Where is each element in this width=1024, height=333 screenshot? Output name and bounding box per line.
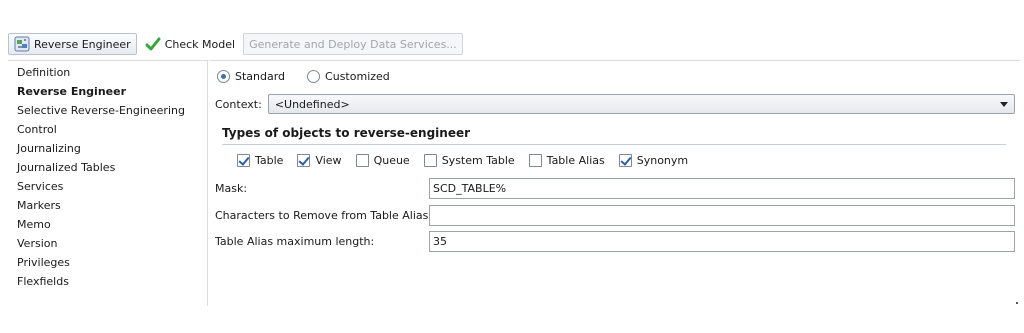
queue-checkbox-label: Queue <box>373 154 410 167</box>
reverse-engineer-icon <box>14 36 30 52</box>
context-select[interactable]: <Undefined> <box>267 94 1015 114</box>
standard-radio-dot[interactable] <box>217 70 230 83</box>
customized-radio-dot[interactable] <box>307 70 321 83</box>
nav-item-control[interactable]: Control <box>8 120 207 139</box>
context-label: Context: <box>215 97 262 111</box>
system-table-checkbox-label: System Table <box>441 154 515 167</box>
customized-radio[interactable]: Customized <box>307 70 390 83</box>
object-types-heading: Types of objects to reverse-engineer <box>222 126 1006 145</box>
nav-item-definition[interactable]: Definition <box>8 63 207 82</box>
queue-checkbox[interactable]: Queue <box>355 154 410 167</box>
context-select-value: <Undefined> <box>274 97 350 111</box>
chars-remove-input[interactable] <box>429 205 1015 226</box>
standard-radio-label: Standard <box>235 70 286 83</box>
nav-item-journalizing[interactable]: Journalizing <box>8 139 207 158</box>
system-table-checkbox[interactable]: System Table <box>423 154 515 167</box>
synonym-checkbox[interactable]: Synonym <box>618 154 689 167</box>
generate-deploy-label: Generate and Deploy Data Services... <box>249 37 457 51</box>
check-model-button[interactable]: Check Model <box>141 33 239 55</box>
table-checkbox-label: Table <box>255 154 284 167</box>
nav-item-reverse-engineer[interactable]: Reverse Engineer <box>8 82 207 101</box>
table-alias-checkbox-label: Table Alias <box>546 154 605 167</box>
alias-length-label: Table Alias maximum length: <box>215 235 375 248</box>
check-model-label: Check Model <box>164 37 236 51</box>
reverse-engineer-button[interactable]: Reverse Engineer <box>8 33 137 55</box>
table-alias-checkbox-box[interactable] <box>528 154 542 167</box>
reverse-engineer-label: Reverse Engineer <box>34 37 131 51</box>
toolbar: Reverse Engineer Check Model Generate an… <box>8 30 1018 58</box>
mask-label: Mask: <box>215 182 248 195</box>
nav-item-flexfields[interactable]: Flexfields <box>8 272 207 291</box>
resize-grip-dot <box>1016 302 1018 304</box>
chevron-down-icon[interactable] <box>1000 101 1008 107</box>
synonym-checkbox-box[interactable] <box>618 154 632 167</box>
reverse-engineer-panel: Standard Customized Context: <Undefined>… <box>209 60 1020 306</box>
chars-remove-row: Characters to Remove from Table Alias: <box>215 205 1015 226</box>
view-checkbox-box[interactable] <box>297 154 311 167</box>
nav-item-selective-reverse-engineering[interactable]: Selective Reverse-Engineering <box>8 101 207 120</box>
object-types-checkboxes: Table View Queue System Table Table Alia… <box>237 154 702 167</box>
checkmark-icon <box>145 37 161 51</box>
synonym-checkbox-label: Synonym <box>636 154 689 167</box>
context-row: Context: <Undefined> <box>215 94 1015 114</box>
nav-item-services[interactable]: Services <box>8 177 207 196</box>
table-alias-checkbox[interactable]: Table Alias <box>528 154 605 167</box>
mode-radio-group: Standard Customized <box>217 70 404 83</box>
mask-input[interactable]: SCD_TABLE% <box>429 178 1015 199</box>
left-navigation: Definition Reverse Engineer Selective Re… <box>8 60 208 306</box>
system-table-checkbox-box[interactable] <box>423 154 437 167</box>
view-checkbox[interactable]: View <box>297 154 342 167</box>
mask-row: Mask: SCD_TABLE% <box>215 178 1015 199</box>
alias-length-row: Table Alias maximum length: 35 <box>215 231 1015 252</box>
view-checkbox-label: View <box>315 154 342 167</box>
alias-length-input[interactable]: 35 <box>429 231 1015 252</box>
table-checkbox[interactable]: Table <box>237 154 283 167</box>
nav-item-journalized-tables[interactable]: Journalized Tables <box>8 158 207 177</box>
chars-remove-label: Characters to Remove from Table Alias: <box>215 209 433 222</box>
nav-item-version[interactable]: Version <box>8 234 207 253</box>
nav-item-memo[interactable]: Memo <box>8 215 207 234</box>
nav-item-privileges[interactable]: Privileges <box>8 253 207 272</box>
customized-radio-label: Customized <box>325 70 390 83</box>
table-checkbox-box[interactable] <box>237 154 250 167</box>
generate-deploy-button[interactable]: Generate and Deploy Data Services... <box>243 33 463 55</box>
queue-checkbox-box[interactable] <box>355 154 369 167</box>
standard-radio[interactable]: Standard <box>217 70 285 83</box>
nav-item-markers[interactable]: Markers <box>8 196 207 215</box>
